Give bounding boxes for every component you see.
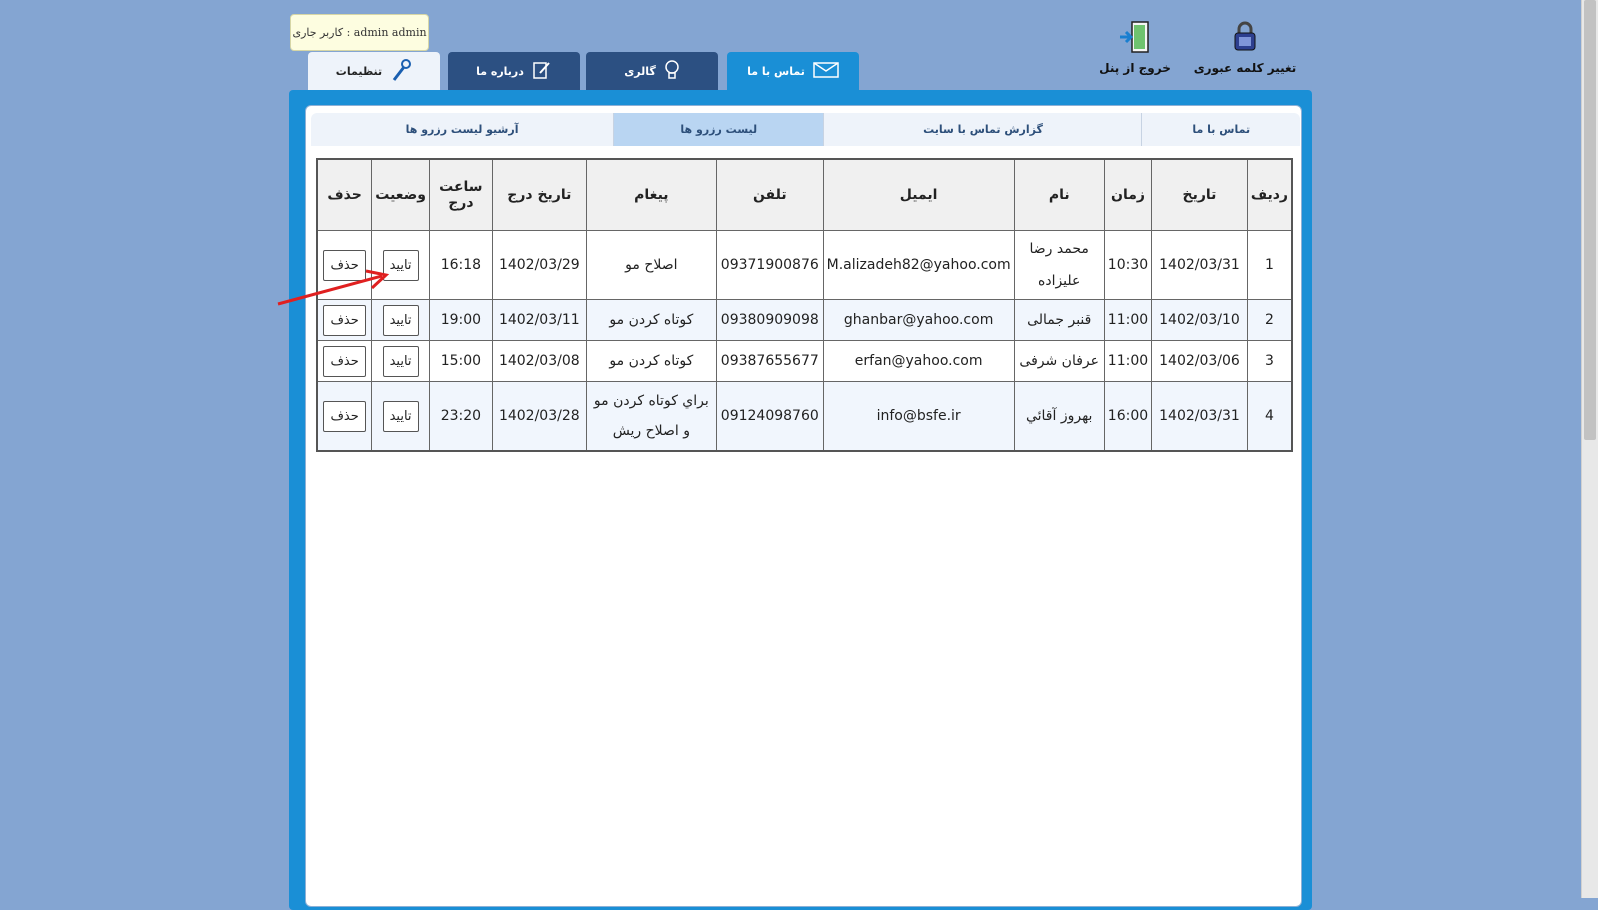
exit-door-icon bbox=[1090, 20, 1180, 57]
cell-insert-date: 1402/03/11 bbox=[491, 299, 587, 341]
cell-date: 1402/03/31 bbox=[1151, 381, 1248, 452]
annotation-arrow-icon bbox=[277, 269, 390, 306]
current-user-badge: admin admin : کاربر جاری bbox=[290, 14, 429, 51]
cell-delete: حذف bbox=[316, 381, 373, 452]
lock-icon bbox=[1190, 20, 1300, 57]
header-row-number: ردیف bbox=[1246, 158, 1293, 231]
header-message: پیغام bbox=[585, 158, 717, 231]
cell-name: محمد رضا علیزاده bbox=[1013, 230, 1105, 300]
header-time: زمان bbox=[1103, 158, 1153, 231]
cell-row-number: 1 bbox=[1246, 230, 1293, 300]
cell-email: erfan@yahoo.com bbox=[822, 340, 1015, 382]
cell-time: 16:00 bbox=[1103, 381, 1153, 452]
logout-label: خروج از پنل bbox=[1099, 61, 1171, 75]
change-password-button[interactable]: تغییر کلمه عبوری bbox=[1190, 20, 1300, 75]
tab-about-us[interactable]: درباره ما bbox=[448, 52, 580, 90]
header-phone: تلفن bbox=[715, 158, 824, 231]
table-row: 3 1402/03/06 11:00 عرفان شرفی erfan@yaho… bbox=[316, 340, 1293, 382]
cell-insert-time: 15:00 bbox=[428, 340, 493, 382]
header-delete: حذف bbox=[316, 158, 373, 231]
cell-phone: 09124098760 bbox=[715, 381, 824, 452]
current-user-text: admin admin : کاربر جاری bbox=[292, 26, 427, 39]
subtab-contact-report[interactable]: گزارش تماس با سایت bbox=[823, 113, 1141, 146]
cell-date: 1402/03/10 bbox=[1151, 299, 1248, 341]
cell-email: ghanbar@yahoo.com bbox=[822, 299, 1015, 341]
cell-message: براي كوتاه كردن مو و اصلاح ريش bbox=[585, 381, 717, 452]
cell-row-number: 2 bbox=[1246, 299, 1293, 341]
cell-row-number: 4 bbox=[1246, 381, 1293, 452]
cell-insert-date: 1402/03/28 bbox=[491, 381, 587, 452]
header-name: نام bbox=[1013, 158, 1105, 231]
subtab-reservation-list[interactable]: لیست رزرو ها bbox=[613, 113, 824, 146]
subtab-contact-us[interactable]: تماس با ما bbox=[1141, 113, 1300, 146]
cell-date: 1402/03/31 bbox=[1151, 230, 1248, 300]
tab-about-us-label: درباره ما bbox=[476, 64, 524, 78]
cell-insert-time: 23:20 bbox=[428, 381, 493, 452]
edit-note-icon bbox=[532, 60, 552, 83]
table-header-row: ردیف تاریخ زمان نام ایمیل تلفن پیغام تار… bbox=[316, 158, 1293, 231]
table-row: 2 1402/03/10 11:00 قنبر جمالی ghanbar@ya… bbox=[316, 299, 1293, 341]
vertical-scrollbar[interactable] bbox=[1581, 0, 1598, 898]
cell-message: اصلاح مو bbox=[585, 230, 717, 300]
change-password-label: تغییر کلمه عبوری bbox=[1193, 61, 1297, 75]
envelope-icon bbox=[813, 61, 839, 81]
cell-message: کوتاه کردن مو bbox=[585, 299, 717, 341]
cell-email: M.alizadeh82@yahoo.com bbox=[822, 230, 1015, 300]
tab-contact-us-label: تماس با ما bbox=[747, 64, 805, 78]
tab-gallery-label: گالری bbox=[624, 64, 656, 78]
header-status: وضعیت bbox=[371, 158, 430, 231]
cell-time: 10:30 bbox=[1103, 230, 1153, 300]
reservation-table-container: ردیف تاریخ زمان نام ایمیل تلفن پیغام تار… bbox=[316, 158, 1293, 452]
cell-email: info@bsfe.ir bbox=[822, 381, 1015, 452]
header-date: تاریخ bbox=[1151, 158, 1248, 231]
cell-phone: 09380909098 bbox=[715, 299, 824, 341]
header-insert-time: ساعت درج bbox=[428, 158, 493, 231]
delete-button[interactable]: حذف bbox=[323, 304, 366, 336]
cell-message: کوتاه کردن مو bbox=[585, 340, 717, 382]
approve-button[interactable]: تایید bbox=[382, 345, 419, 377]
logout-button[interactable]: خروج از پنل bbox=[1090, 20, 1180, 75]
delete-button[interactable]: حذف bbox=[323, 345, 366, 377]
cell-name: بهروز آقائي bbox=[1013, 381, 1105, 452]
cell-insert-date: 1402/03/08 bbox=[491, 340, 587, 382]
table-row: 1 1402/03/31 10:30 محمد رضا علیزاده M.al… bbox=[316, 230, 1293, 300]
cell-date: 1402/03/06 bbox=[1151, 340, 1248, 382]
cell-time: 11:00 bbox=[1103, 299, 1153, 341]
subtab-reservation-archive[interactable]: آرشیو لیست رزرو ها bbox=[311, 113, 613, 146]
cell-phone: 09371900876 bbox=[715, 230, 824, 300]
cell-insert-time: 19:00 bbox=[428, 299, 493, 341]
lightbulb-icon bbox=[664, 59, 680, 83]
scrollbar-thumb[interactable] bbox=[1584, 0, 1596, 440]
tab-gallery[interactable]: گالری bbox=[586, 52, 718, 90]
header-email: ایمیل bbox=[822, 158, 1015, 231]
cell-status: تایید bbox=[371, 340, 430, 382]
approve-button[interactable]: تایید bbox=[382, 400, 419, 432]
cell-insert-date: 1402/03/29 bbox=[491, 230, 587, 300]
cell-phone: 09387655677 bbox=[715, 340, 824, 382]
cell-status: تایید bbox=[371, 381, 430, 452]
cell-time: 11:00 bbox=[1103, 340, 1153, 382]
table-row: 4 1402/03/31 16:00 بهروز آقائي info@bsfe… bbox=[316, 381, 1293, 452]
cell-name: قنبر جمالی bbox=[1013, 299, 1105, 341]
cell-row-number: 3 bbox=[1246, 340, 1293, 382]
tab-settings[interactable]: تنظیمات bbox=[308, 52, 440, 90]
delete-button[interactable]: حذف bbox=[323, 400, 366, 432]
approve-button[interactable]: تایید bbox=[382, 304, 419, 336]
header-insert-date: تاریخ درج bbox=[491, 158, 587, 231]
cell-name: عرفان شرفی bbox=[1013, 340, 1105, 382]
tab-contact-us[interactable]: تماس با ما bbox=[727, 52, 859, 90]
tab-settings-label: تنظیمات bbox=[335, 64, 383, 78]
wrench-icon bbox=[390, 58, 412, 85]
sub-tabs: تماس با ما گزارش تماس با سایت لیست رزرو … bbox=[311, 113, 1300, 146]
cell-insert-time: 16:18 bbox=[428, 230, 493, 300]
reservation-table: ردیف تاریخ زمان نام ایمیل تلفن پیغام تار… bbox=[316, 158, 1293, 452]
cell-delete: حذف bbox=[316, 340, 373, 382]
